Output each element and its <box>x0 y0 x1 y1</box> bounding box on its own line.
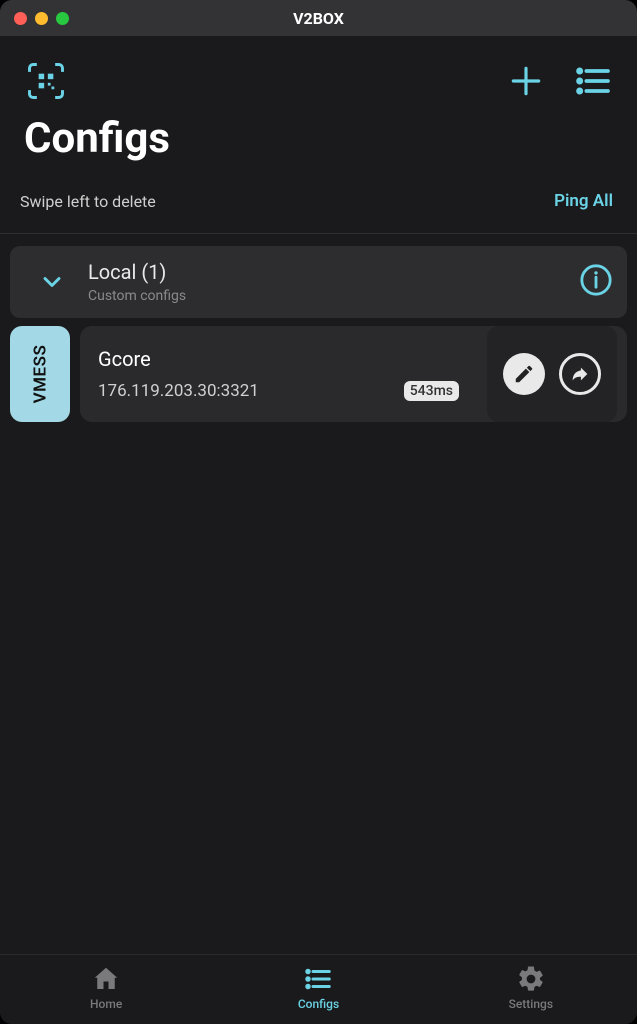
config-address: 176.119.203.30:3321 <box>98 381 259 401</box>
minimize-window-button[interactable] <box>35 12 48 25</box>
tab-bar: Home Configs Settings <box>0 954 637 1024</box>
config-name: Gcore <box>98 347 487 371</box>
ping-all-button[interactable]: Ping All <box>554 191 613 211</box>
protocol-label: VMESS <box>30 345 50 404</box>
swipe-hint: Swipe left to delete <box>20 192 156 211</box>
plus-icon <box>507 62 545 100</box>
app-window: V2BOX <box>0 0 637 1024</box>
list-icon <box>573 61 613 101</box>
tab-home-label: Home <box>90 997 122 1011</box>
tab-home[interactable]: Home <box>46 964 166 1011</box>
qr-scan-button[interactable] <box>24 59 68 103</box>
group-info-button[interactable] <box>579 263 613 301</box>
config-card[interactable]: Gcore 176.119.203.30:3321 543ms <box>80 326 627 422</box>
hint-row: Swipe left to delete Ping All <box>0 191 637 233</box>
edit-config-button[interactable] <box>503 353 545 395</box>
share-icon <box>569 363 591 385</box>
page-title: Configs <box>0 108 637 191</box>
config-actions <box>487 326 617 422</box>
info-icon <box>579 263 613 297</box>
close-window-button[interactable] <box>14 12 27 25</box>
toolbar <box>0 36 637 108</box>
add-config-button[interactable] <box>507 62 545 100</box>
qr-code-icon <box>24 59 68 103</box>
traffic-lights <box>14 12 69 25</box>
config-list: Local (1) Custom configs VMESS Gcore 1 <box>0 233 637 954</box>
ping-badge: 543ms <box>404 381 459 401</box>
maximize-window-button[interactable] <box>56 12 69 25</box>
tab-settings[interactable]: Settings <box>471 964 591 1011</box>
tab-settings-label: Settings <box>509 997 553 1011</box>
list-icon <box>303 964 333 994</box>
group-toggle[interactable] <box>24 268 80 296</box>
window-title: V2BOX <box>0 9 637 28</box>
titlebar: V2BOX <box>0 0 637 36</box>
pencil-icon <box>513 363 535 385</box>
share-config-button[interactable] <box>559 353 601 395</box>
home-icon <box>91 964 121 994</box>
tab-configs[interactable]: Configs <box>258 964 378 1011</box>
list-menu-button[interactable] <box>573 61 613 101</box>
group-title: Local (1) <box>88 260 579 284</box>
gear-icon <box>516 964 546 994</box>
protocol-badge: VMESS <box>10 326 70 422</box>
group-labels: Local (1) Custom configs <box>80 260 579 304</box>
config-group-header[interactable]: Local (1) Custom configs <box>10 246 627 318</box>
config-item[interactable]: VMESS Gcore 176.119.203.30:3321 543ms <box>10 326 627 422</box>
group-subtitle: Custom configs <box>88 288 579 304</box>
config-text: Gcore 176.119.203.30:3321 543ms <box>98 347 487 401</box>
chevron-down-icon <box>38 268 66 296</box>
tab-configs-label: Configs <box>298 997 339 1011</box>
